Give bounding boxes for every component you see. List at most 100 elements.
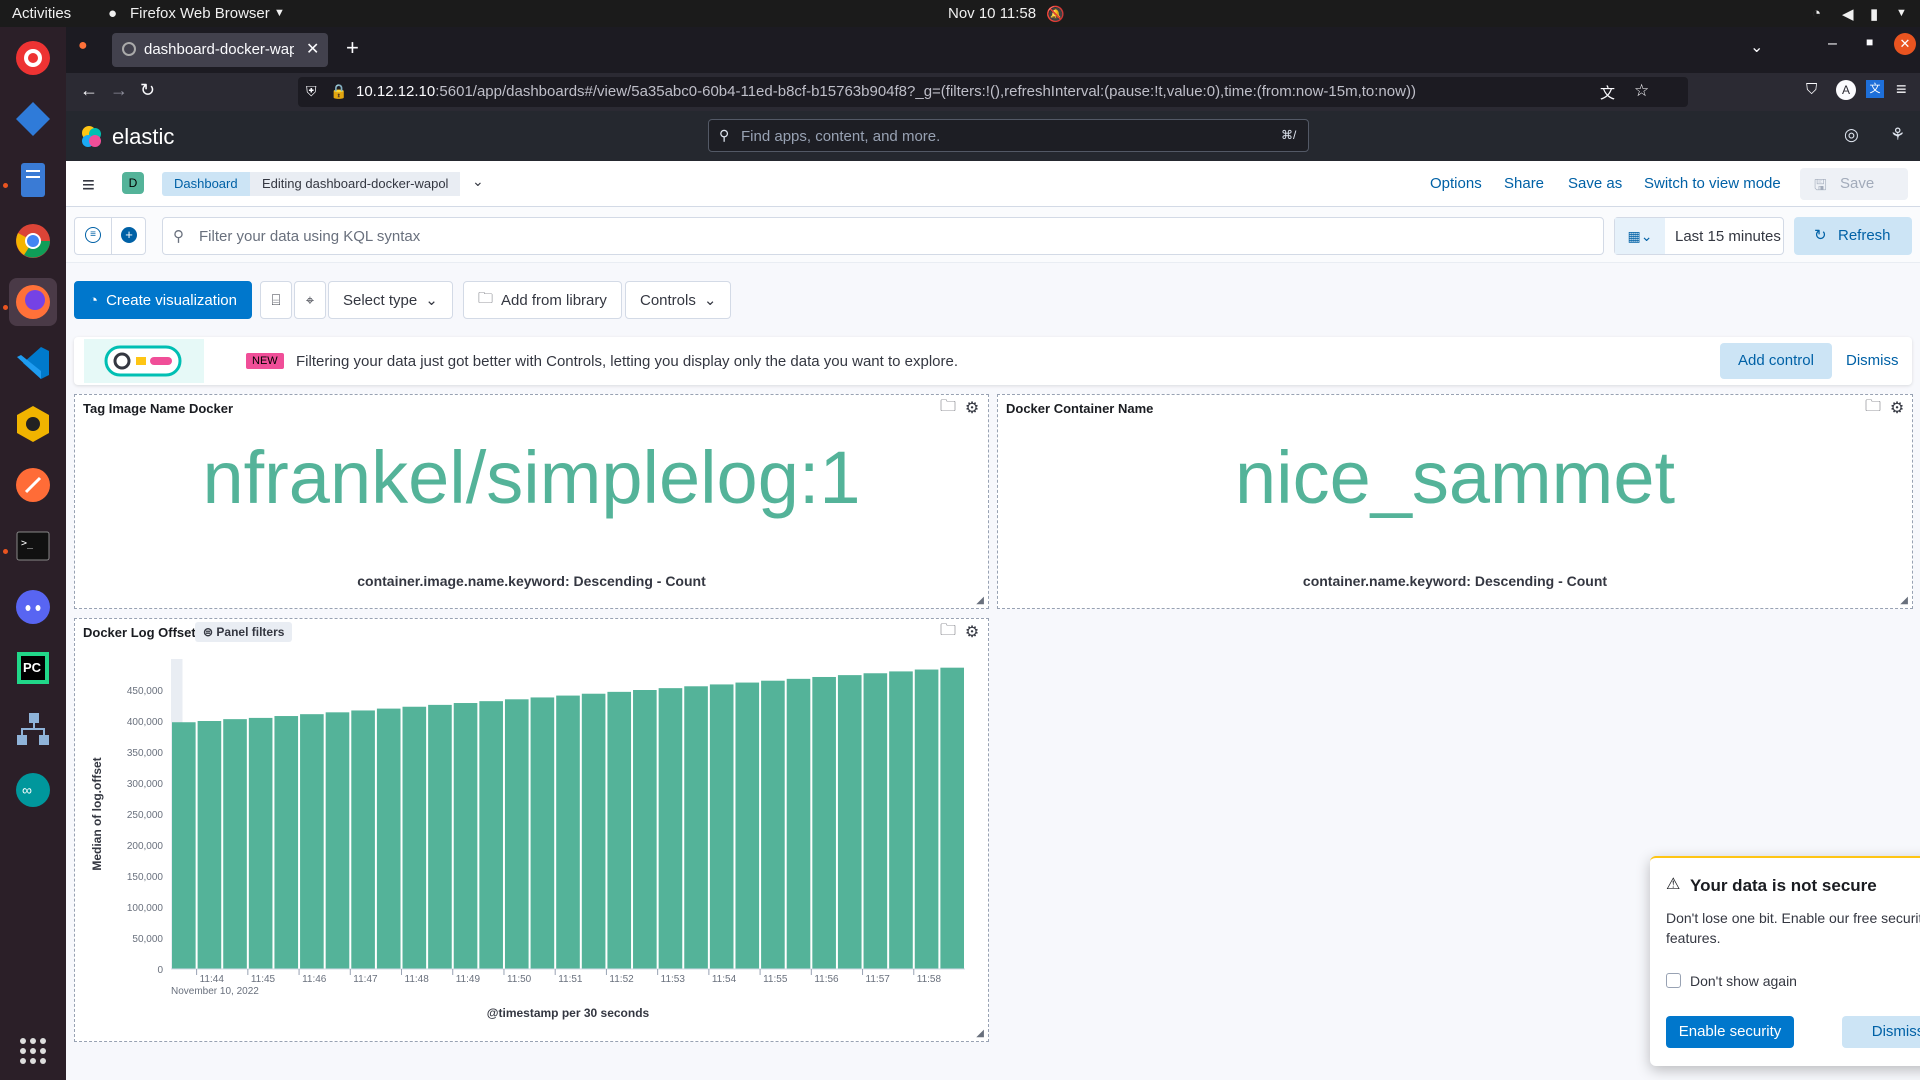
terminal-icon[interactable]: >_ xyxy=(9,522,57,570)
kql-placeholder: Filter your data using KQL syntax xyxy=(199,228,421,245)
app-grid-icon[interactable] xyxy=(9,1027,57,1075)
x-tick-label: 11:46 xyxy=(302,974,327,985)
bar xyxy=(889,671,913,969)
svg-text:∞: ∞ xyxy=(22,782,32,798)
forward-icon[interactable]: → xyxy=(110,80,128,101)
space-avatar[interactable]: D xyxy=(122,172,144,194)
url-bar[interactable]: ⛨ 🔒 10.12.12.10:5601/app/dashboards#/vie… xyxy=(298,77,1688,107)
hamburger-menu-icon[interactable]: ≡ xyxy=(82,172,95,198)
chevron-down-icon: ▼ xyxy=(274,7,285,19)
save-as-link[interactable]: Save as xyxy=(1568,175,1622,192)
vscode-icon[interactable] xyxy=(9,339,57,387)
bar xyxy=(863,673,888,969)
bar xyxy=(786,678,811,969)
network-app-icon[interactable] xyxy=(9,705,57,753)
dont-show-checkbox[interactable] xyxy=(1666,973,1681,988)
bitwarden-icon[interactable] xyxy=(9,400,57,448)
firefox-icon[interactable] xyxy=(9,278,57,326)
tab-dashboard[interactable]: dashboard-docker-wapol ✕ xyxy=(112,33,328,67)
switch-view-mode-link[interactable]: Switch to view mode xyxy=(1644,175,1781,192)
save-button[interactable]: 🖫 Save xyxy=(1800,168,1908,200)
x-tick-label: 11:49 xyxy=(456,974,481,985)
filter-menu-icon[interactable]: ≡ xyxy=(85,227,101,243)
breadcrumb-dashboard[interactable]: Dashboard xyxy=(162,172,250,196)
dismiss-callout-link[interactable]: Dismiss xyxy=(1846,352,1899,369)
account-icon[interactable]: A xyxy=(1836,80,1856,100)
newsfeed-icon[interactable]: ⚘ xyxy=(1890,125,1905,145)
kql-input[interactable]: ⚲ Filter your data using KQL syntax xyxy=(162,217,1604,255)
gear-icon[interactable]: ⚙ xyxy=(963,399,981,417)
time-picker[interactable]: ▦⌄ Last 15 minutes xyxy=(1614,217,1784,255)
list-tabs-icon[interactable]: ⌄ xyxy=(1750,37,1763,57)
reload-icon[interactable]: ↻ xyxy=(140,80,155,101)
translate-extension-icon[interactable]: 文 xyxy=(1866,80,1884,98)
battery-icon[interactable]: ▮ xyxy=(1870,5,1878,23)
resize-handle-icon[interactable]: ◢ xyxy=(976,595,984,606)
global-search-input[interactable]: ⚲ Find apps, content, and more. ⌘/ xyxy=(708,119,1309,152)
help-app-icon[interactable] xyxy=(9,34,57,82)
select-type-button[interactable]: Select type ⌄ xyxy=(328,281,453,319)
help-icon[interactable]: ◎ xyxy=(1844,125,1859,145)
add-filter-icon[interactable]: + xyxy=(121,227,137,243)
chrome-icon[interactable] xyxy=(9,217,57,265)
brand-name[interactable]: elastic xyxy=(112,124,174,150)
breadcrumb-current: Editing dashboard-docker-wapol xyxy=(250,172,461,196)
text-panel-icon[interactable]: ⌸ xyxy=(260,281,292,319)
bookmark-star-icon[interactable]: ☆ xyxy=(1634,81,1649,101)
controls-button[interactable]: Controls ⌄ xyxy=(625,281,732,319)
refresh-button[interactable]: ↻ Refresh xyxy=(1794,217,1912,255)
shield-icon[interactable]: ⛨ xyxy=(306,83,317,100)
pocket-icon[interactable]: ⛉ xyxy=(1806,81,1817,98)
select-type-label: Select type xyxy=(343,291,418,309)
panel-library-icon[interactable]: 🗀 xyxy=(939,398,957,417)
resize-handle-icon[interactable]: ◢ xyxy=(976,1028,984,1039)
calendar-icon[interactable]: ▦⌄ xyxy=(1615,218,1665,254)
elastic-logo-icon[interactable] xyxy=(80,125,104,149)
enable-security-button[interactable]: Enable security xyxy=(1666,1016,1794,1048)
discord-icon[interactable] xyxy=(9,583,57,631)
maximize-icon[interactable]: ■ xyxy=(1866,35,1873,49)
search-icon: ⚲ xyxy=(173,228,184,245)
gear-icon[interactable]: ⚙ xyxy=(1888,399,1906,417)
y-tick-label: 300,000 xyxy=(127,779,164,790)
pycharm-icon[interactable]: PC xyxy=(9,644,57,692)
new-tab-icon[interactable]: + xyxy=(346,35,359,61)
translate-icon[interactable]: 文 xyxy=(1600,82,1615,103)
wifi-icon[interactable]: ◔ xyxy=(1812,5,1821,22)
arduino-icon[interactable]: ∞ xyxy=(9,766,57,814)
lock-icon[interactable]: 🔒 xyxy=(330,83,347,100)
close-tab-icon[interactable]: ✕ xyxy=(306,39,319,59)
chevron-down-icon[interactable]: ▼ xyxy=(1896,7,1907,19)
close-window-icon[interactable]: ✕ xyxy=(1894,33,1916,55)
firefox-view-icon[interactable]: ● xyxy=(78,37,102,61)
chevron-down-icon[interactable]: ⌄ xyxy=(472,173,484,190)
panel-library-icon[interactable]: 🗀 xyxy=(1864,398,1882,417)
clock[interactable]: Nov 10 11:58 xyxy=(948,5,1036,22)
x-tick-label: 11:56 xyxy=(814,974,839,985)
save-icon: 🖫 xyxy=(1814,177,1827,194)
options-link[interactable]: Options xyxy=(1430,175,1482,192)
chevron-down-icon: ⌄ xyxy=(425,292,438,309)
back-icon[interactable]: ← xyxy=(80,80,98,101)
dock: >_ PC ∞ xyxy=(0,27,66,1080)
postman-icon[interactable] xyxy=(9,461,57,509)
refresh-icon: ↻ xyxy=(1814,227,1827,244)
share-link[interactable]: Share xyxy=(1504,175,1544,192)
bar-chart[interactable]: 0 50,000 100,000 150,000 200,000 250,000 300,0… xyxy=(75,619,988,1041)
time-range-label[interactable]: Last 15 minutes xyxy=(1675,228,1781,245)
dev-app-icon[interactable] xyxy=(9,95,57,143)
maps-icon[interactable]: ⌖ xyxy=(294,281,326,319)
add-from-library-button[interactable]: 🗀 Add from library xyxy=(463,281,622,319)
search-icon: ⚲ xyxy=(719,127,730,143)
activities-button[interactable]: Activities xyxy=(12,5,71,22)
menu-icon[interactable]: ≡ xyxy=(1896,79,1907,100)
create-visualization-button[interactable]: ◔ Create visualization xyxy=(74,281,252,319)
notes-app-icon[interactable] xyxy=(9,156,57,204)
add-control-button[interactable]: Add control xyxy=(1720,343,1832,379)
app-menu[interactable]: Firefox Web Browser xyxy=(130,5,270,22)
resize-handle-icon[interactable]: ◢ xyxy=(1900,595,1908,606)
volume-icon[interactable]: ◀ xyxy=(1842,5,1854,23)
minimize-icon[interactable]: – xyxy=(1828,35,1837,53)
bar xyxy=(684,686,708,969)
dismiss-toast-button[interactable]: Dismiss xyxy=(1842,1016,1920,1048)
